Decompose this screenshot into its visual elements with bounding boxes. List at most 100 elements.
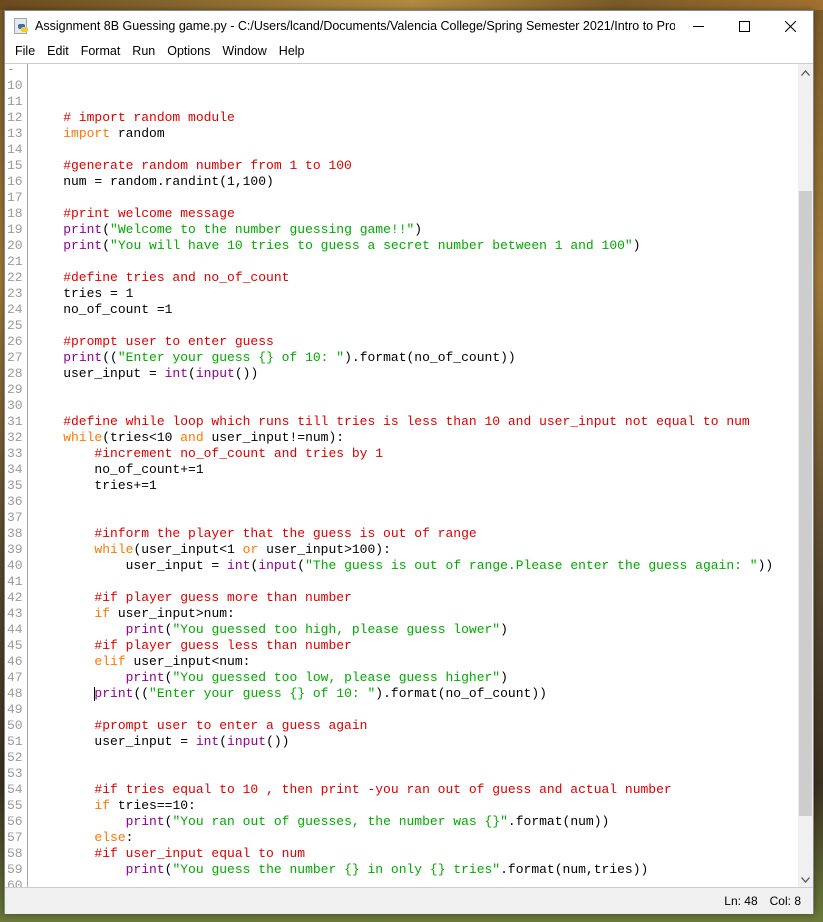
line-number: 16 (7, 174, 23, 189)
menu-edit[interactable]: Edit (41, 44, 75, 58)
code-line: no_of_count =1 (32, 302, 773, 318)
code-line: print("You guessed too high, please gues… (32, 622, 773, 638)
line-number-gutter: -10 11 12 13 14 15 16 17 18 19 20 21 22 23 24 25 26 27 28 2… (5, 64, 28, 888)
line-number: 23 (7, 286, 23, 301)
close-button[interactable] (767, 11, 813, 41)
line-number: 56 (7, 814, 23, 829)
code-line: #if player guess more than number (32, 590, 773, 606)
menu-format[interactable]: Format (75, 44, 127, 58)
code-token: tries+=1 (32, 478, 157, 493)
minimize-button[interactable] (675, 11, 721, 41)
code-token: (( (102, 350, 118, 365)
menu-file[interactable]: File (9, 44, 41, 58)
code-string: "Welcome to the number guessing game!!" (110, 222, 415, 237)
code-string: "You guess the number {} in only {} trie… (172, 862, 501, 877)
line-number: 10 (7, 78, 23, 93)
code-comment: #prompt user to enter guess (32, 334, 274, 349)
code-token: user_input = (32, 558, 228, 573)
vertical-scrollbar[interactable] (798, 64, 813, 888)
scroll-thumb[interactable] (799, 191, 812, 816)
code-keyword: elif (94, 654, 126, 669)
minimize-icon (692, 25, 704, 27)
code-line: print("You ran out of guesses, the numbe… (32, 814, 773, 830)
code-line: if user_input>num: (32, 606, 773, 622)
line-number: 33 (7, 446, 23, 461)
code-comment: #if tries equal to 10 , then print -you … (32, 782, 672, 797)
menu-window[interactable]: Window (216, 44, 272, 58)
code-line: #if user_input equal to num (32, 846, 773, 862)
line-number: 35 (7, 478, 23, 493)
code-token: ) (500, 670, 508, 685)
code-line: #prompt user to enter a guess again (32, 718, 773, 734)
menu-bar: File Edit Format Run Options Window Help (5, 41, 813, 61)
code-token: ) (414, 222, 423, 237)
code-comment: #generate random number from 1 to 100 (32, 158, 352, 173)
line-number: 27 (7, 350, 23, 365)
chevron-up-icon (801, 69, 810, 76)
code-string: "You guessed too low, please guess highe… (172, 670, 501, 685)
code-line: #generate random number from 1 to 100 (32, 158, 773, 174)
code-keyword: or (242, 542, 259, 557)
code-keyword: and (180, 430, 204, 445)
code-token: ( (102, 238, 111, 253)
code-line: tries = 1 (32, 286, 773, 302)
code-token: no_of_count+=1 (32, 462, 204, 477)
code-token: ) (500, 622, 508, 637)
code-builtin: print (63, 238, 103, 253)
scroll-up-button[interactable] (798, 64, 813, 81)
code-builtin: int (227, 558, 251, 573)
code-token: ()) (234, 366, 259, 381)
menu-options[interactable]: Options (161, 44, 216, 58)
code-token: no_of_count =1 (32, 302, 173, 317)
code-line: #inform the player that the guess is out… (32, 526, 773, 542)
code-line: import random (32, 126, 773, 142)
code-line: #if player guess less than number (32, 638, 773, 654)
code-string: "Enter your guess {} of 10: " (117, 350, 345, 365)
maximize-button[interactable] (721, 11, 767, 41)
title-bar[interactable]: Assignment 8B Guessing game.py - C:/User… (5, 11, 813, 41)
code-line: num = random.randint(1,100) (32, 174, 773, 190)
line-number: 25 (7, 318, 23, 333)
code-token: user_input>100): (258, 542, 391, 557)
code-token: user_input = (32, 734, 196, 749)
code-line: print("You guessed too low, please guess… (32, 670, 773, 686)
code-token: ( (188, 366, 196, 381)
code-builtin: print (63, 222, 103, 237)
scroll-down-button[interactable] (798, 871, 813, 888)
line-number: 37 (7, 510, 23, 525)
line-number: 14 (7, 142, 23, 157)
menu-help[interactable]: Help (273, 44, 311, 58)
code-comment: #define tries and no_of_count (32, 270, 290, 285)
python-file-icon (13, 18, 29, 34)
line-number: 57 (7, 830, 23, 845)
editor: -10 11 12 13 14 15 16 17 18 19 20 21 22 23 24 25 26 27 28 2… (5, 63, 813, 888)
line-number: 54 (7, 782, 23, 797)
code-token: (user_input<1 (133, 542, 243, 557)
line-number: 48 (7, 686, 23, 701)
code-builtin: print (125, 622, 165, 637)
line-number: 30 (7, 398, 23, 413)
code-string: "You ran out of guesses, the number was … (172, 814, 508, 829)
column-indicator: Col: 8 (769, 894, 801, 908)
code-token: user_input = (32, 366, 165, 381)
code-line: #if tries equal to 10 , then print -you … (32, 782, 773, 798)
code-text-area[interactable]: # import random module import random #ge… (28, 64, 798, 888)
line-number: 26 (7, 334, 23, 349)
line-number: 58 (7, 846, 23, 861)
code-line: tries+=1 (32, 478, 773, 494)
code-token: num = random.randint(1,100) (32, 174, 274, 189)
menu-run[interactable]: Run (126, 44, 161, 58)
